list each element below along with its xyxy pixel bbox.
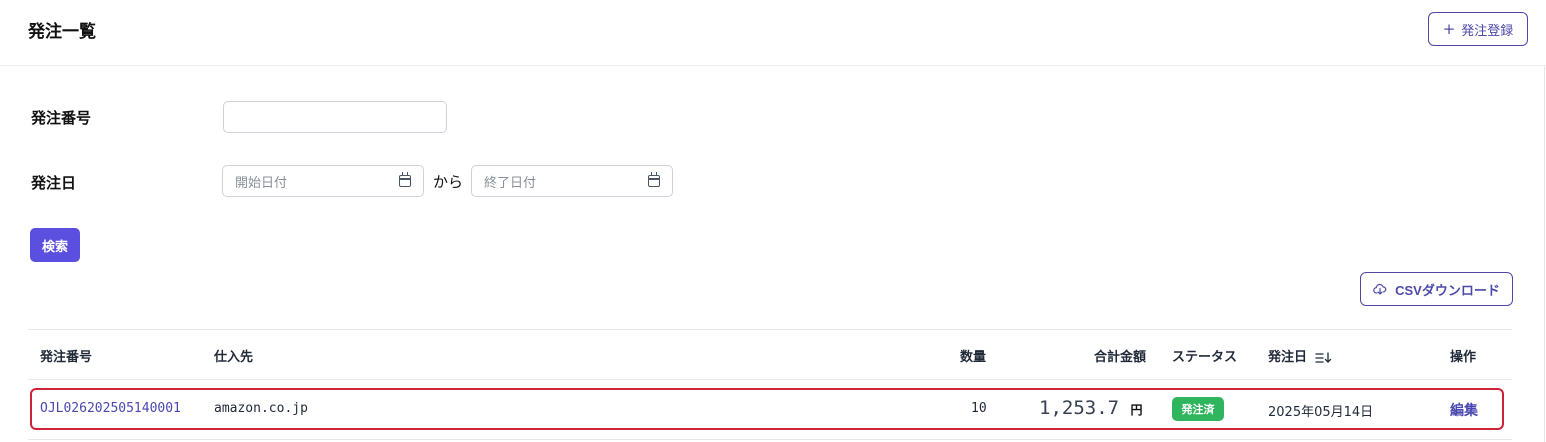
column-header-actions: 操作 (1450, 350, 1477, 365)
csv-download-label: CSVダウンロード (1395, 282, 1500, 298)
order-number-input[interactable] (223, 101, 447, 133)
page-title: 発注一覧 (28, 22, 96, 42)
order-date-cell: 2025年05月14日 (1268, 405, 1374, 420)
calendar-icon[interactable] (648, 172, 660, 187)
page-header: 発注一覧 + 発注登録 (0, 0, 1546, 66)
add-order-label: 発注登録 (1461, 23, 1514, 39)
plus-icon: + (1442, 19, 1456, 38)
column-header-status: ステータス (1172, 350, 1238, 365)
order-date-label: 発注日 (31, 174, 77, 192)
column-header-supplier: 仕入先 (214, 350, 254, 365)
table-top-border (28, 329, 1512, 330)
column-header-order-date[interactable]: 発注日 (1268, 346, 1333, 365)
order-number-label: 発注番号 (31, 109, 92, 127)
search-button[interactable]: 検索 (30, 228, 80, 262)
table-header-divider (28, 379, 1512, 380)
calendar-icon[interactable] (399, 172, 411, 187)
edit-link[interactable]: 編集 (1450, 400, 1478, 420)
order-date-header-label: 発注日 (1268, 350, 1308, 365)
supplier-cell: amazon.co.jp (214, 401, 308, 416)
currency-unit: 円 (1130, 403, 1143, 417)
column-header-total: 合計金額 (1094, 350, 1147, 365)
add-order-button[interactable]: + 発注登録 (1428, 12, 1528, 46)
start-date-input[interactable]: 開始日付 (222, 165, 424, 197)
right-divider (1544, 66, 1545, 442)
column-header-order-number: 発注番号 (40, 350, 93, 365)
cloud-download-icon (1373, 283, 1387, 295)
end-date-input[interactable]: 終了日付 (471, 165, 673, 197)
range-separator: から (433, 173, 464, 191)
start-date-placeholder: 開始日付 (235, 175, 288, 191)
order-number-link[interactable]: OJL026202505140001 (40, 401, 181, 416)
csv-download-button[interactable]: CSVダウンロード (1360, 272, 1513, 306)
total-amount-cell: 1,253.7 円 (1039, 397, 1143, 419)
end-date-placeholder: 終了日付 (484, 175, 537, 191)
status-badge: 発注済 (1172, 397, 1224, 421)
total-amount-value: 1,253.7 (1039, 397, 1120, 419)
quantity-cell: 10 (971, 401, 987, 416)
sort-descending-icon[interactable] (1314, 351, 1333, 364)
table-bottom-border (28, 439, 1512, 440)
column-header-quantity: 数量 (960, 350, 987, 365)
